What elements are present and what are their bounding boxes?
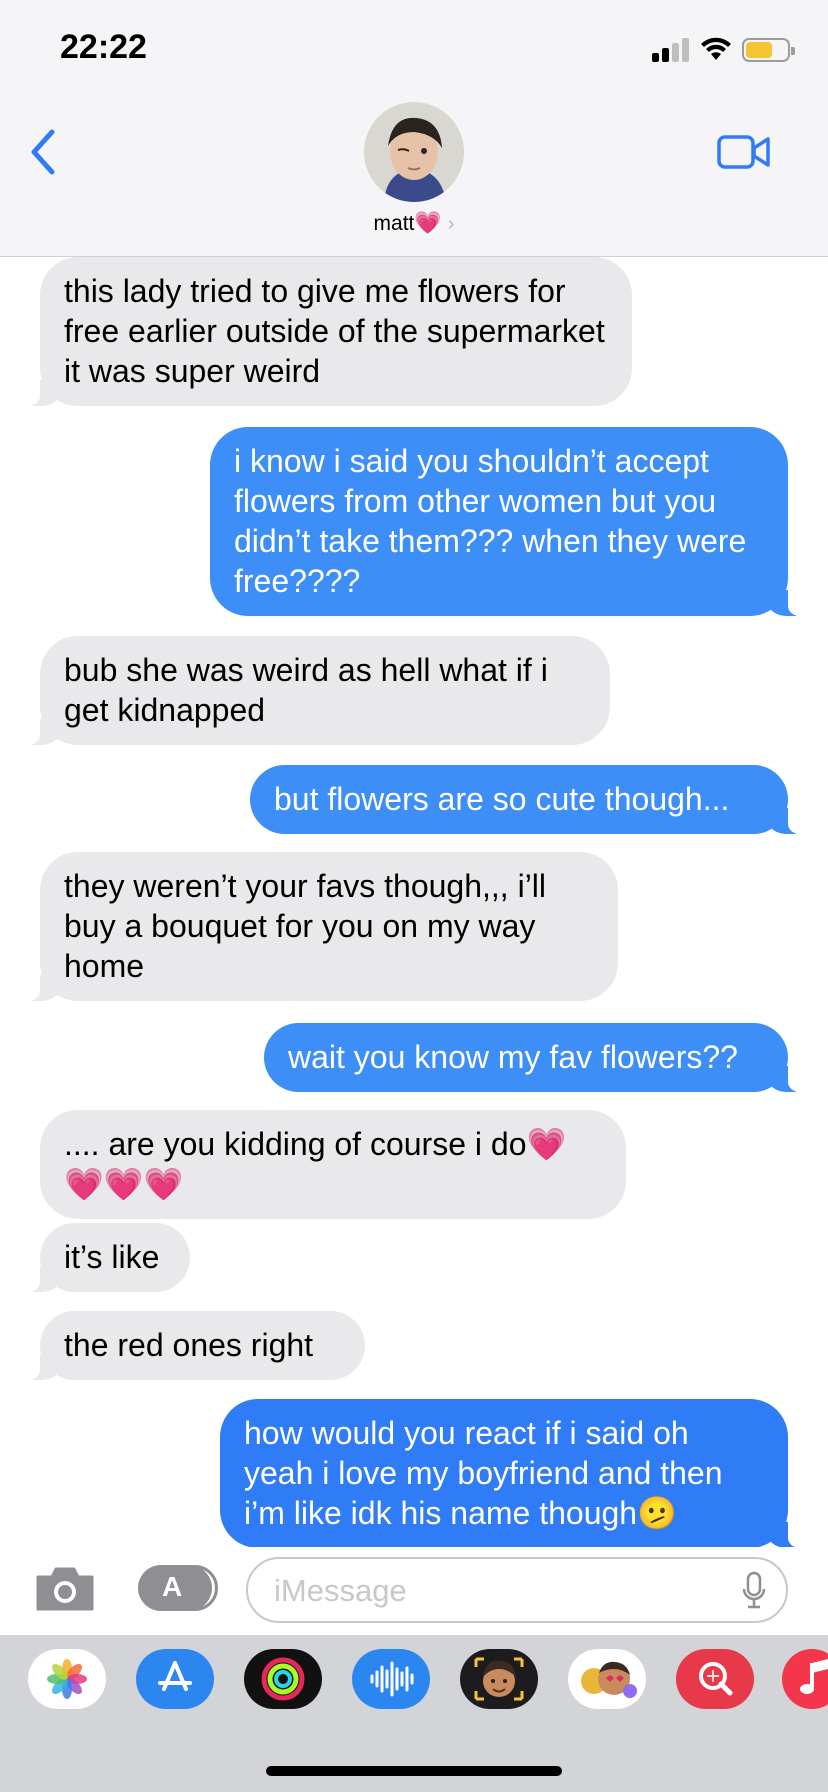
animoji-stickers-app-icon[interactable]	[568, 1649, 646, 1709]
heart-emoji: 💗	[414, 210, 442, 235]
microphone-icon[interactable]	[742, 1571, 766, 1611]
app-store-app-icon[interactable]	[136, 1649, 214, 1709]
wifi-icon	[701, 37, 731, 60]
message-thread[interactable]: this lady tried to give me flowers for f…	[0, 257, 828, 1547]
message-bubble-outgoing[interactable]: wait you know my fav flowers??	[264, 1023, 806, 1092]
battery-icon	[742, 38, 795, 62]
message-bubble-incoming[interactable]: bub she was weird as hell what if i get …	[22, 636, 610, 745]
contact-name-row[interactable]: matt💗 ›	[0, 210, 828, 236]
contact-details-chevron-icon: ›	[447, 213, 455, 235]
message-input-box[interactable]	[246, 1557, 788, 1623]
message-input[interactable]	[272, 1567, 696, 1615]
activity-app-icon[interactable]	[244, 1649, 322, 1709]
message-bubble-outgoing[interactable]: but flowers are so cute though...	[250, 765, 806, 834]
audio-message-app-icon[interactable]	[352, 1649, 430, 1709]
message-bubble-incoming[interactable]: it’s like	[22, 1223, 190, 1292]
conversation-header: matt💗 ›	[0, 98, 828, 257]
camera-icon[interactable]	[34, 1565, 96, 1613]
cellular-signal-icon	[652, 38, 690, 62]
compose-bar: A	[0, 1547, 828, 1635]
message-bubble-incoming[interactable]: this lady tried to give me flowers for f…	[22, 257, 632, 406]
memoji-app-icon[interactable]	[460, 1649, 538, 1709]
app-store-toggle-button[interactable]: A	[138, 1565, 218, 1611]
home-indicator[interactable]	[266, 1766, 562, 1776]
message-bubble-outgoing[interactable]: how would you react if i said oh yeah i …	[220, 1399, 806, 1547]
message-bubble-incoming[interactable]: the red ones right	[22, 1311, 365, 1380]
app-store-icon: A	[162, 1571, 183, 1602]
status-time: 22:22	[60, 28, 147, 66]
back-chevron-icon[interactable]	[28, 128, 60, 176]
image-search-app-icon[interactable]	[676, 1649, 754, 1709]
photos-app-icon[interactable]	[28, 1649, 106, 1709]
music-app-icon[interactable]	[782, 1649, 828, 1709]
contact-name: matt	[373, 212, 415, 235]
message-bubble-incoming[interactable]: they weren’t your favs though,,, i’ll bu…	[22, 852, 618, 1001]
message-bubble-outgoing[interactable]: i know i said you shouldn’t accept flowe…	[210, 427, 806, 616]
video-call-icon[interactable]	[716, 132, 772, 172]
message-bubble-incoming[interactable]: .... are you kidding of course i do💗💗💗💗	[40, 1110, 626, 1219]
status-bar: 22:22	[0, 0, 828, 98]
contact-avatar[interactable]	[364, 102, 464, 202]
